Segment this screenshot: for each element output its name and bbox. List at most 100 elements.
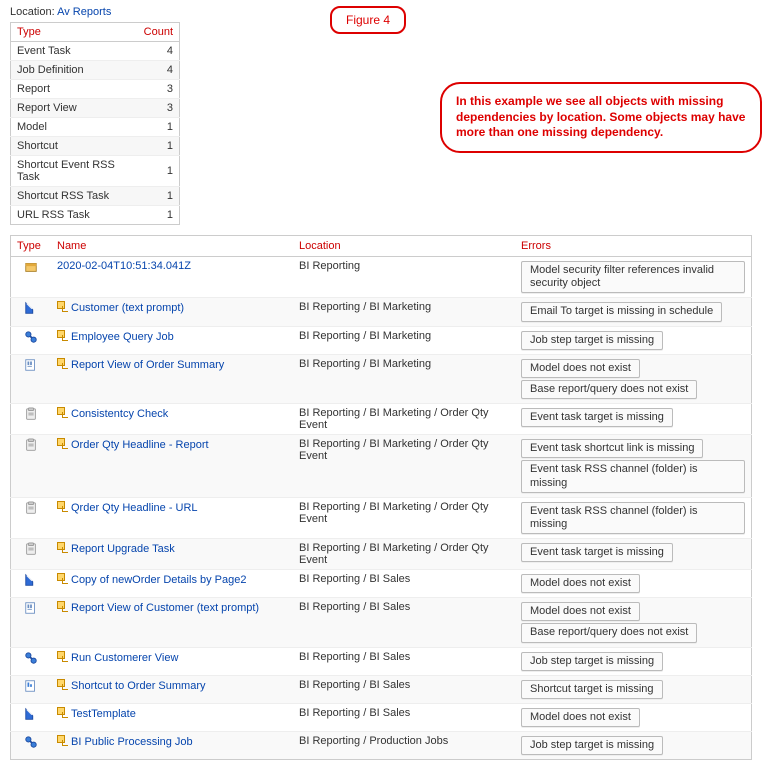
object-link[interactable]: Customer (text prompt) [71, 302, 184, 314]
shortcut-overlay-icon [57, 407, 67, 417]
summary-type: Event Task [11, 42, 138, 61]
grid-header-type: Type [11, 236, 52, 257]
error-chip: Model does not exist [521, 602, 640, 621]
object-link[interactable]: Run Customerer View [71, 652, 178, 664]
shortcut-icon [24, 679, 38, 693]
shortcut-overlay-icon [57, 573, 67, 583]
row-location: BI Reporting / BI Marketing / Order Qty … [293, 497, 515, 538]
object-link[interactable]: TestTemplate [71, 708, 136, 720]
job-icon [24, 651, 38, 665]
error-chip: Shortcut target is missing [521, 680, 663, 699]
summary-row: Report View3 [11, 99, 180, 118]
row-location: BI Reporting / BI Sales [293, 570, 515, 598]
shortcut-overlay-icon [57, 542, 67, 552]
report-view-icon [24, 358, 38, 372]
object-link[interactable]: 2020-02-04T10:51:34.041Z [57, 260, 191, 272]
figure-label: Figure 4 [330, 6, 406, 34]
grid-header-errors: Errors [515, 236, 752, 257]
error-chip: Base report/query does not exist [521, 380, 697, 399]
summary-count: 4 [138, 42, 180, 61]
results-grid: Type Name Location Errors 2020-02-04T10:… [10, 235, 752, 760]
row-location: BI Reporting / BI Marketing [293, 298, 515, 326]
event-task-icon [24, 438, 38, 452]
object-link[interactable]: Shortcut to Order Summary [71, 680, 206, 692]
event-task-icon [24, 407, 38, 421]
summary-count: 3 [138, 99, 180, 118]
object-link[interactable]: Report Upgrade Task [71, 543, 175, 555]
job-icon [24, 330, 38, 344]
summary-table: Type Count Event Task4Job Definition4Rep… [10, 22, 180, 225]
table-row: Report View of Customer (text prompt)BI … [11, 598, 752, 647]
annotation-note: In this example we see all objects with … [440, 82, 762, 153]
object-link[interactable]: Copy of newOrder Details by Page2 [71, 574, 246, 586]
summary-type: Shortcut [11, 137, 138, 156]
summary-count: 1 [138, 118, 180, 137]
object-link[interactable]: Report View of Customer (text prompt) [71, 602, 259, 614]
location-link[interactable]: Av Reports [57, 6, 111, 18]
shortcut-overlay-icon [57, 601, 67, 611]
summary-header-type: Type [11, 23, 138, 42]
summary-count: 1 [138, 187, 180, 206]
grid-header-location: Location [293, 236, 515, 257]
summary-row: Report3 [11, 80, 180, 99]
job-icon [24, 735, 38, 749]
report-view-icon [24, 601, 38, 615]
error-chip: Model does not exist [521, 708, 640, 727]
summary-row: URL RSS Task1 [11, 206, 180, 225]
shortcut-overlay-icon [57, 501, 67, 511]
table-row: Consistentcy CheckBI Reporting / BI Mark… [11, 404, 752, 435]
table-row: 2020-02-04T10:51:34.041Z BI ReportingMode… [11, 257, 752, 298]
error-chip: Event task RSS channel (folder) is missi… [521, 502, 745, 534]
model-icon [24, 301, 38, 315]
shortcut-overlay-icon [57, 330, 67, 340]
summary-header-count: Count [138, 23, 180, 42]
table-row: Customer (text prompt) BI Reporting / BI … [11, 298, 752, 326]
object-link[interactable]: Order Qty Headline - Report [71, 439, 209, 451]
error-chip: Job step target is missing [521, 736, 663, 755]
object-link[interactable]: Consistentcy Check [71, 408, 168, 420]
summary-count: 3 [138, 80, 180, 99]
package-icon [24, 260, 38, 274]
table-row: BI Public Processing JobBI Reporting / P… [11, 732, 752, 760]
row-location: BI Reporting / BI Sales [293, 647, 515, 675]
row-location: BI Reporting [293, 257, 515, 298]
summary-type: Job Definition [11, 61, 138, 80]
error-chip: Model does not exist [521, 574, 640, 593]
row-location: BI Reporting / BI Marketing / Order Qty … [293, 539, 515, 570]
error-chip: Job step target is missing [521, 652, 663, 671]
summary-count: 1 [138, 206, 180, 225]
summary-type: Model [11, 118, 138, 137]
event-task-icon [24, 501, 38, 515]
table-row: Copy of newOrder Details by Page2 BI Repo… [11, 570, 752, 598]
object-link[interactable]: BI Public Processing Job [71, 736, 193, 748]
summary-count: 1 [138, 137, 180, 156]
shortcut-overlay-icon [57, 358, 67, 368]
shortcut-overlay-icon [57, 651, 67, 661]
event-task-icon [24, 542, 38, 556]
row-location: BI Reporting / BI Sales [293, 704, 515, 732]
location-label: Location: [10, 6, 55, 18]
object-link[interactable]: Qrder Qty Headline - URL [71, 502, 198, 514]
summary-type: Shortcut RSS Task [11, 187, 138, 206]
error-chip: Base report/query does not exist [521, 623, 697, 642]
row-location: BI Reporting / BI Marketing [293, 354, 515, 403]
table-row: Order Qty Headline - ReportBI Reporting … [11, 435, 752, 498]
summary-count: 1 [138, 156, 180, 187]
table-row: Report Upgrade Task BI Reporting / BI Mar… [11, 539, 752, 570]
row-location: BI Reporting / BI Marketing [293, 326, 515, 354]
error-chip: Model security filter references invalid… [521, 261, 745, 293]
object-link[interactable]: Report View of Order Summary [71, 359, 224, 371]
summary-row: Shortcut Event RSS Task1 [11, 156, 180, 187]
summary-row: Model1 [11, 118, 180, 137]
table-row: Shortcut to Order SummaryBI Reporting / … [11, 675, 752, 703]
object-link[interactable]: Employee Query Job [71, 331, 174, 343]
error-chip: Email To target is missing in schedule [521, 302, 722, 321]
summary-row: Job Definition4 [11, 61, 180, 80]
summary-row: Shortcut RSS Task1 [11, 187, 180, 206]
summary-type: Report View [11, 99, 138, 118]
summary-count: 4 [138, 61, 180, 80]
summary-type: Shortcut Event RSS Task [11, 156, 138, 187]
error-chip: Model does not exist [521, 359, 640, 378]
error-chip: Event task shortcut link is missing [521, 439, 703, 458]
model-icon [24, 573, 38, 587]
